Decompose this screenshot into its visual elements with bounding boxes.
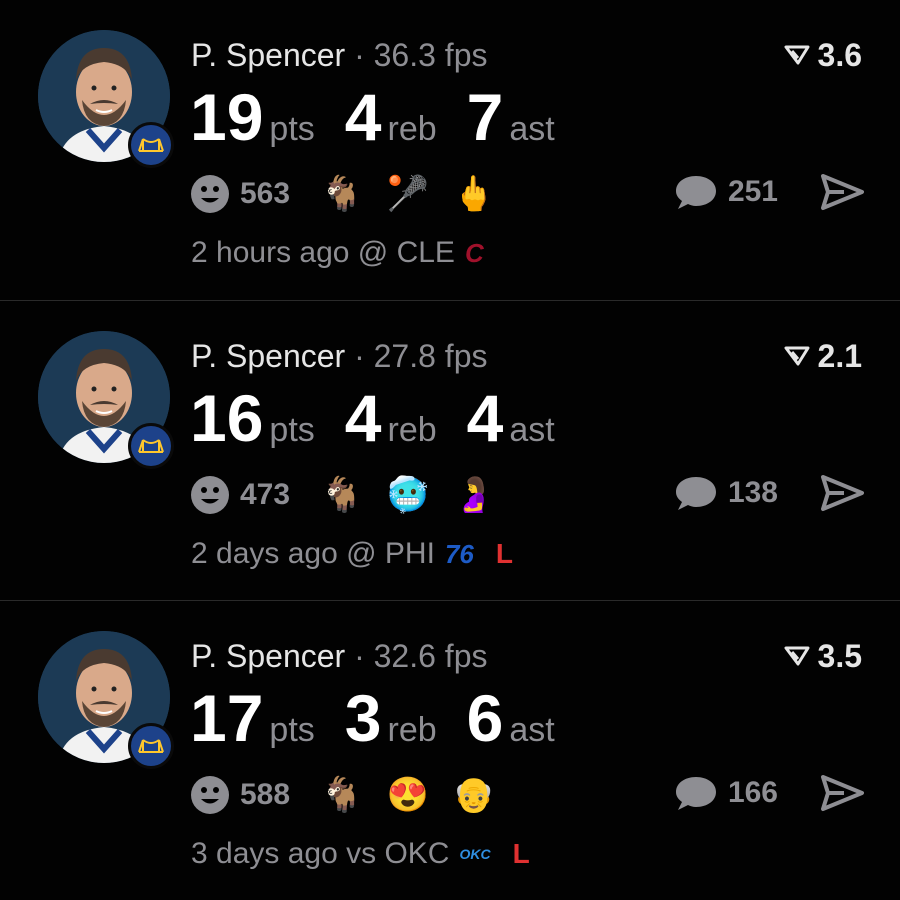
reactions-bar: 563 🐐 🥍 🖕: [190, 172, 518, 216]
opponent-logo-icon: OKC: [459, 846, 491, 862]
matchup[interactable]: vs OKC: [346, 837, 449, 871]
rebounds-value: 4: [344, 381, 382, 455]
points-value: 17: [190, 681, 264, 755]
comment-count[interactable]: 138: [728, 476, 778, 510]
player-name[interactable]: P. Spencer: [191, 338, 345, 374]
rating-icon: [784, 646, 810, 666]
separator: ·: [354, 37, 365, 73]
reaction-emoji[interactable]: 🥶: [386, 473, 430, 517]
rebounds-value: 4: [344, 80, 382, 154]
social-actions: 251: [674, 172, 864, 212]
matchup[interactable]: @ PHI: [346, 537, 435, 571]
rebounds-unit: reb: [387, 411, 437, 449]
assists-value: 4: [466, 381, 504, 455]
reaction-emoji[interactable]: 😍: [386, 773, 430, 817]
game-meta: 2 hours ago @ CLE C: [191, 236, 506, 270]
game-post-card[interactable]: P. Spencer · 27.8 fps 2.1 16 pts 4 reb 4 as…: [0, 300, 900, 600]
game-result: L: [495, 538, 513, 569]
assists-unit: ast: [509, 411, 555, 449]
team-logo-icon: [128, 723, 174, 769]
add-reaction-icon[interactable]: [190, 775, 230, 815]
rating-badge: 2.1: [784, 337, 862, 375]
reaction-emoji[interactable]: 🥍: [386, 172, 430, 216]
comment-icon[interactable]: [674, 473, 718, 513]
separator: ·: [354, 338, 365, 374]
fantasy-points: 36.3 fps: [373, 37, 488, 73]
post-headline: P. Spencer · 27.8 fps: [191, 337, 487, 375]
share-icon[interactable]: [820, 172, 864, 212]
fantasy-points: 32.6 fps: [373, 638, 488, 674]
matchup[interactable]: @ CLE: [358, 236, 455, 270]
add-reaction-icon[interactable]: [190, 174, 230, 214]
reactions-bar: 588 🐐 😍 👴: [190, 773, 518, 817]
social-actions: 138: [674, 473, 864, 513]
stat-line: 16 pts 4 reb 4 ast: [190, 383, 585, 453]
post-headline: P. Spencer · 32.6 fps: [191, 637, 487, 675]
opponent-logo-icon: 76: [444, 538, 474, 569]
share-icon[interactable]: [820, 473, 864, 513]
rating-badge: 3.5: [784, 637, 862, 675]
reaction-emoji[interactable]: 🤰: [452, 473, 496, 517]
reaction-count: 473: [240, 478, 291, 511]
game-post-card[interactable]: P. Spencer · 36.3 fps 3.6 19 pts 4 reb 7 as…: [0, 0, 900, 300]
reaction-count: 563: [240, 177, 291, 210]
game-result: L: [512, 838, 530, 869]
rebounds-value: 3: [344, 681, 382, 755]
assists-unit: ast: [509, 711, 555, 749]
time-ago: 3 days ago: [191, 837, 338, 870]
assists-unit: ast: [509, 110, 555, 148]
rating-icon: [784, 45, 810, 65]
rating-badge: 3.6: [784, 36, 862, 74]
reaction-emoji[interactable]: 🐐: [320, 473, 364, 517]
assists-value: 6: [466, 681, 504, 755]
reaction-emoji[interactable]: 👴: [452, 773, 496, 817]
separator: ·: [354, 638, 365, 674]
points-unit: pts: [269, 711, 315, 749]
add-reaction-icon[interactable]: [190, 475, 230, 515]
reactions-bar: 473 🐐 🥶 🤰: [190, 473, 518, 517]
assists-value: 7: [466, 80, 504, 154]
reaction-emoji[interactable]: 🐐: [320, 172, 364, 216]
time-ago: 2 days ago: [191, 537, 338, 570]
points-value: 19: [190, 80, 264, 154]
post-headline: P. Spencer · 36.3 fps: [191, 36, 487, 74]
reaction-count: 588: [240, 778, 291, 811]
comment-icon[interactable]: [674, 773, 718, 813]
game-meta: 2 days ago @ PHI 76 L: [191, 537, 513, 571]
comment-count[interactable]: 251: [728, 175, 778, 209]
rating-value: 2.1: [817, 338, 862, 374]
reaction-emoji[interactable]: 🐐: [320, 773, 364, 817]
rating-value: 3.5: [817, 638, 862, 674]
points-unit: pts: [269, 411, 315, 449]
team-logo-icon: [128, 122, 174, 168]
stat-line: 19 pts 4 reb 7 ast: [190, 82, 585, 152]
rebounds-unit: reb: [387, 711, 437, 749]
rating-value: 3.6: [817, 37, 862, 73]
stat-line: 17 pts 3 reb 6 ast: [190, 683, 585, 753]
share-icon[interactable]: [820, 773, 864, 813]
time-ago: 2 hours ago: [191, 236, 350, 269]
rating-icon: [784, 346, 810, 366]
social-actions: 166: [674, 773, 864, 813]
fantasy-points: 27.8 fps: [373, 338, 488, 374]
reaction-emoji[interactable]: 🖕: [452, 172, 496, 216]
game-meta: 3 days ago vs OKC OKC L: [191, 837, 530, 871]
player-name[interactable]: P. Spencer: [191, 638, 345, 674]
feed: P. Spencer · 36.3 fps 3.6 19 pts 4 reb 7 as…: [0, 0, 900, 900]
team-logo-icon: [128, 423, 174, 469]
rebounds-unit: reb: [387, 110, 437, 148]
comment-icon[interactable]: [674, 172, 718, 212]
comment-count[interactable]: 166: [728, 776, 778, 810]
player-name[interactable]: P. Spencer: [191, 37, 345, 73]
points-unit: pts: [269, 110, 315, 148]
opponent-logo-icon: C: [464, 237, 484, 268]
game-post-card[interactable]: P. Spencer · 32.6 fps 3.5 17 pts 3 reb 6 as…: [0, 600, 900, 900]
points-value: 16: [190, 381, 264, 455]
